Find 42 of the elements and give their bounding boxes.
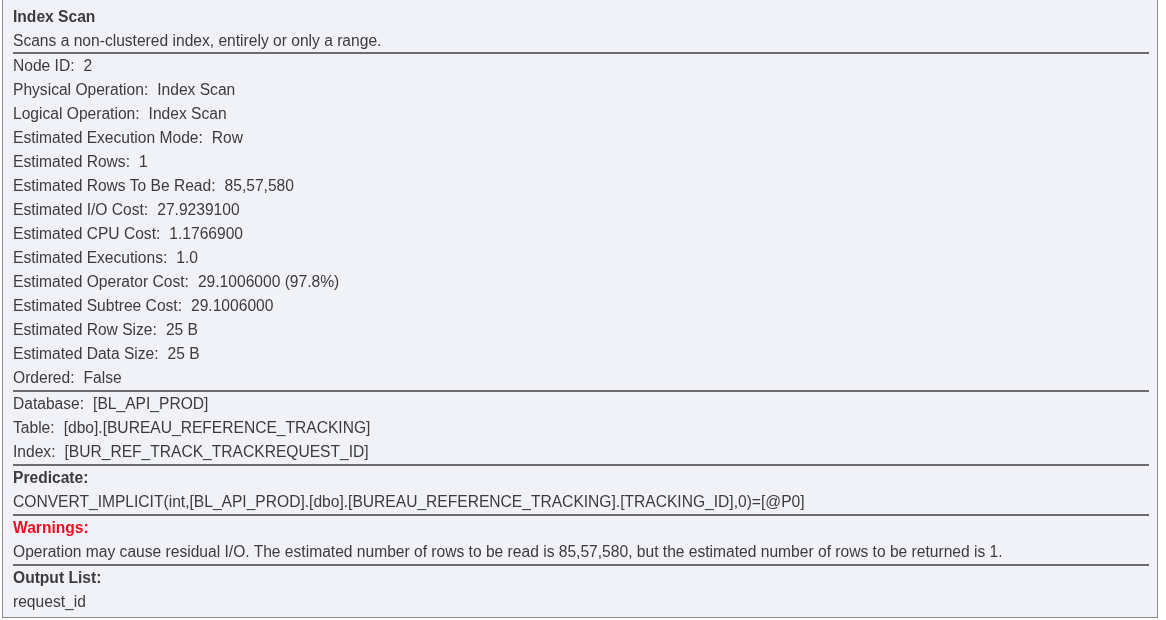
property-value: 1.1766900 [169,224,244,244]
section-heading: Predicate: [13,468,90,488]
property-label: Estimated Data Size: [13,344,159,364]
property-label: Estimated I/O Cost: [13,200,149,220]
property-value: 27.9239100 [157,200,240,220]
property-label: Database: [13,394,85,414]
tooltip-title: Index Scan [13,7,97,27]
section-text: Operation may cause residual I/O. The estimated number of rows to be read is 85,57,580, but the estimated number of rows to be returned is 1. [13,542,1004,562]
property-label: Index: [13,442,56,462]
property-value: 29.1006000 (97.8%) [197,272,340,292]
property-label: Ordered: [13,368,75,388]
property-label: Estimated Execution Mode: [13,128,203,148]
property-label: Node ID: [13,56,75,76]
property-value: 1 [139,152,148,172]
property-label: Physical Operation: [13,80,149,100]
property-label: Table: [13,418,55,438]
property-label: Estimated CPU Cost: [13,224,161,244]
property-value: Row [211,128,244,148]
property-value: Index Scan [157,80,236,100]
section-heading: Warnings: [13,518,90,538]
property-value: [dbo].[BUREAU_REFERENCE_TRACKING] [63,418,371,438]
property-label: Estimated Operator Cost: [13,272,189,292]
property-value: [BL_API_PROD] [93,394,209,414]
property-label: Estimated Rows To Be Read: [13,176,216,196]
operator-description: Scans a non-clustered index, entirely or only a range. [13,29,1149,54]
property-label: Logical Operation: [13,104,140,124]
property-label: Estimated Executions: [13,248,168,268]
property-label: Estimated Row Size: [13,320,157,340]
property-value: [BUR_REF_TRACK_TRACKREQUEST_ID] [64,442,369,462]
property-value: 2 [83,56,93,76]
property-value: 25 B [167,344,200,364]
section-text: CONVERT_IMPLICIT(int,[BL_API_PROD].[dbo].[BUREAU_REFERENCE_TRACKING].[TRACKING_ID],0)=[@P0] [13,492,806,512]
property-value: False [83,368,122,388]
property-label: Estimated Rows: [13,152,130,172]
section-text: request_id [13,592,87,612]
property-label: Estimated Subtree Cost: [13,296,182,316]
property-value: 85,57,580 [224,176,294,196]
property-value: 29.1006000 [191,296,274,316]
property-value: Index Scan [148,104,227,124]
property-value: 1.0 [176,248,198,268]
property-value: 25 B [165,320,198,340]
section-heading: Output List: [13,568,103,588]
